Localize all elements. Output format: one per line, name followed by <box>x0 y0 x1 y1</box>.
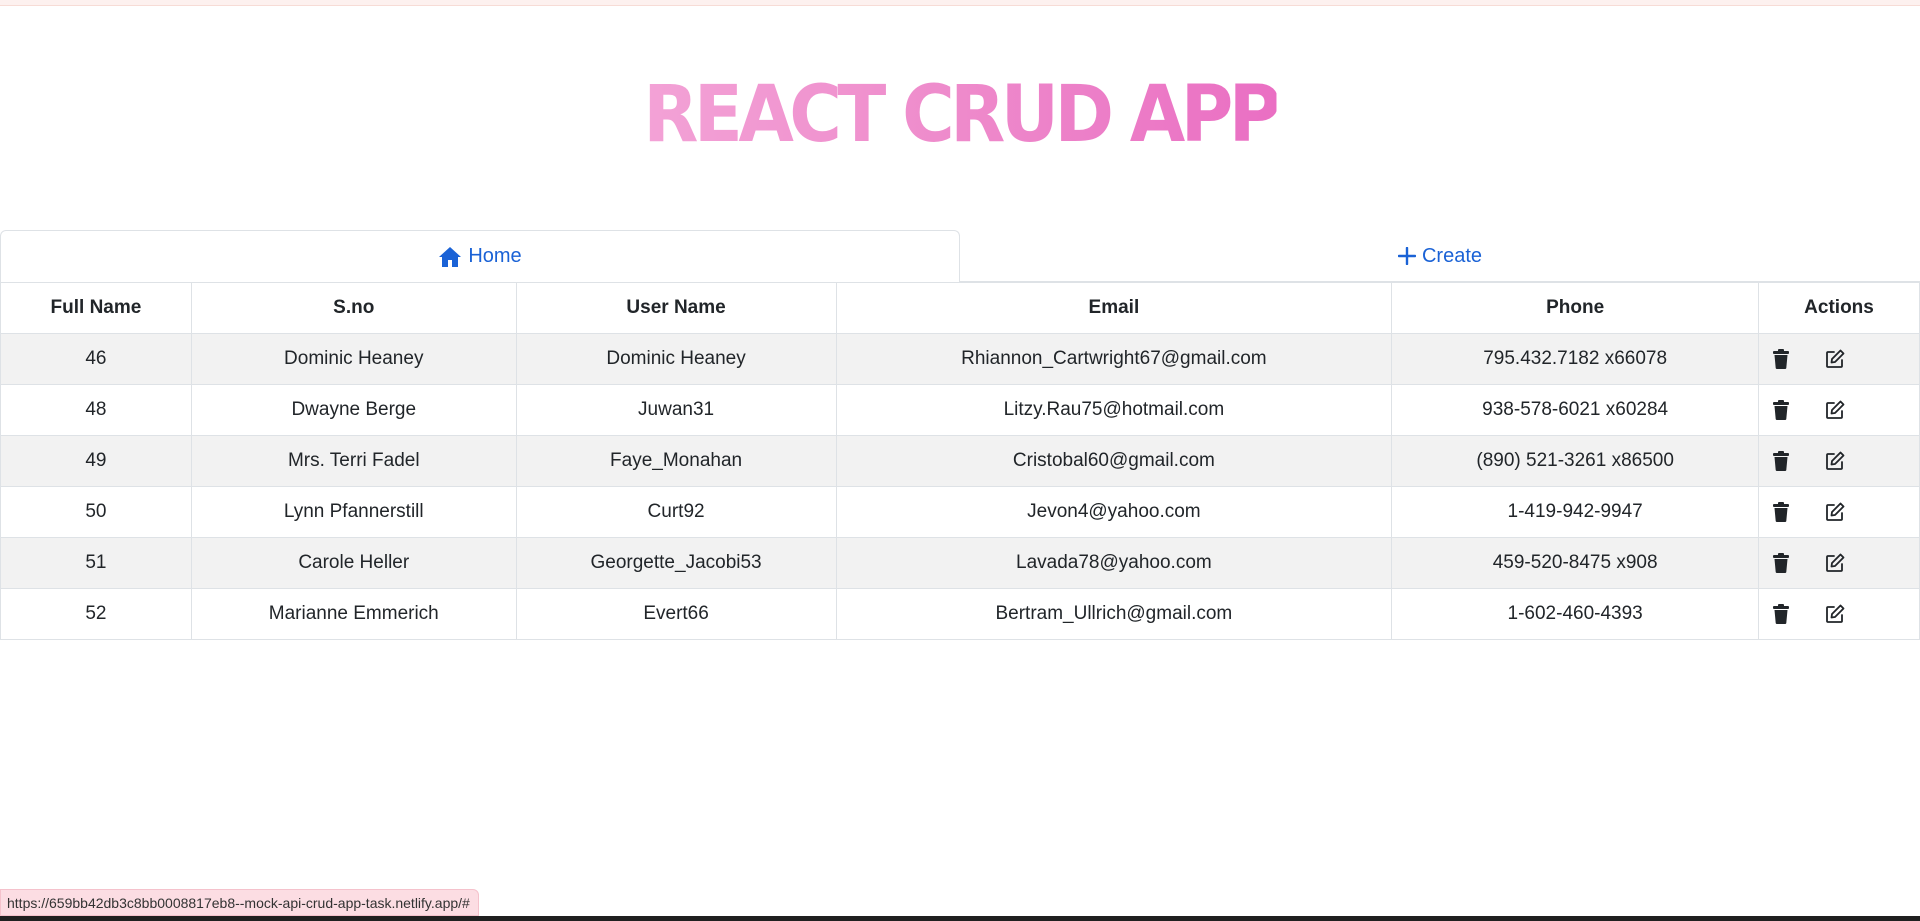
column-header: User Name <box>515 282 837 334</box>
cell-user-name: Georgette_Jacobi53 <box>515 537 837 589</box>
edit-icon[interactable] <box>1823 398 1847 422</box>
cell-email: Litzy.Rau75@hotmail.com <box>835 384 1393 436</box>
cell-phone: (890) 521-3261 x86500 <box>1391 435 1760 487</box>
cell-phone: 795.432.7182 x66078 <box>1391 333 1760 385</box>
cell-user-name: Juwan31 <box>515 384 837 436</box>
edit-icon[interactable] <box>1823 347 1847 371</box>
table-header-row: Full Name S.no User Name Email Phone Act… <box>0 282 1920 334</box>
tab-home[interactable]: Home <box>0 230 960 283</box>
cell-phone: 1-419-942-9947 <box>1391 486 1760 538</box>
cell-user-name: Curt92 <box>515 486 837 538</box>
table-row: 51 Carole Heller Georgette_Jacobi53 Lavada7… <box>0 537 1920 589</box>
cell-email: Lavada78@yahoo.com <box>835 537 1393 589</box>
bottom-bar <box>0 916 1920 921</box>
cell-full-name: Carole Heller <box>190 537 517 589</box>
top-strip <box>0 0 1920 6</box>
table-row: 52 Marianne Emmerich Evert66 Bertram_Ullric… <box>0 588 1920 640</box>
column-header: Full Name <box>0 282 192 334</box>
cell-id: 52 <box>0 588 192 640</box>
cell-user-name: Dominic Heaney <box>515 333 837 385</box>
cell-actions <box>1758 486 1920 538</box>
plus-icon <box>1397 247 1416 265</box>
cell-id: 51 <box>0 537 192 589</box>
cell-full-name: Marianne Emmerich <box>190 588 517 640</box>
cell-id: 48 <box>0 384 192 436</box>
cell-actions <box>1758 384 1920 436</box>
cell-full-name: Dominic Heaney <box>190 333 517 385</box>
column-header: Actions <box>1758 282 1920 334</box>
cell-email: Jevon4@yahoo.com <box>835 486 1393 538</box>
trash-icon[interactable] <box>1769 347 1793 371</box>
trash-icon[interactable] <box>1769 602 1793 626</box>
cell-phone: 459-520-8475 x908 <box>1391 537 1760 589</box>
table-row: 48 Dwayne Berge Juwan31 Litzy.Rau75@hotmail… <box>0 384 1920 436</box>
cell-full-name: Mrs. Terri Fadel <box>190 435 517 487</box>
column-header: Phone <box>1391 282 1760 334</box>
trash-icon[interactable] <box>1769 500 1793 524</box>
cell-email: Bertram_Ullrich@gmail.com <box>835 588 1393 640</box>
trash-icon[interactable] <box>1769 398 1793 422</box>
page-title: REACT CRUD APP <box>77 70 1843 160</box>
table-row: 49 Mrs. Terri Fadel Faye_Monahan Cristobal6… <box>0 435 1920 487</box>
cell-email: Cristobal60@gmail.com <box>835 435 1393 487</box>
nav-tabs: Home Create <box>0 230 1920 283</box>
users-table: Full Name S.no User Name Email Phone Act… <box>0 282 1920 640</box>
edit-icon[interactable] <box>1823 551 1847 575</box>
cell-email: Rhiannon_Cartwright67@gmail.com <box>835 333 1393 385</box>
cell-id: 50 <box>0 486 192 538</box>
tab-home-label: Home <box>468 245 522 267</box>
cell-actions <box>1758 333 1920 385</box>
column-header: S.no <box>190 282 517 334</box>
cell-phone: 1-602-460-4393 <box>1391 588 1760 640</box>
home-icon <box>438 246 462 268</box>
cell-id: 46 <box>0 333 192 385</box>
column-header: Email <box>835 282 1393 334</box>
page-title-text: REACT CRUD APP <box>643 70 1281 160</box>
cell-user-name: Faye_Monahan <box>515 435 837 487</box>
edit-icon[interactable] <box>1823 602 1847 626</box>
cell-id: 49 <box>0 435 192 487</box>
cell-actions <box>1758 588 1920 640</box>
tab-create[interactable]: Create <box>960 230 1920 282</box>
cell-phone: 938-578-6021 x60284 <box>1391 384 1760 436</box>
cell-full-name: Lynn Pfannerstill <box>190 486 517 538</box>
cell-user-name: Evert66 <box>515 588 837 640</box>
edit-icon[interactable] <box>1823 449 1847 473</box>
cell-actions <box>1758 435 1920 487</box>
table-row: 50 Lynn Pfannerstill Curt92 Jevon4@yahoo.co… <box>0 486 1920 538</box>
table-row: 46 Dominic Heaney Dominic Heaney Rhiannon_C… <box>0 333 1920 385</box>
status-bar-url: https://659bb42db3c8bb0008817eb8--mock-a… <box>0 889 479 916</box>
cell-actions <box>1758 537 1920 589</box>
tab-create-label: Create <box>1421 244 1483 267</box>
trash-icon[interactable] <box>1769 551 1793 575</box>
cell-full-name: Dwayne Berge <box>190 384 517 436</box>
edit-icon[interactable] <box>1823 500 1847 524</box>
trash-icon[interactable] <box>1769 449 1793 473</box>
